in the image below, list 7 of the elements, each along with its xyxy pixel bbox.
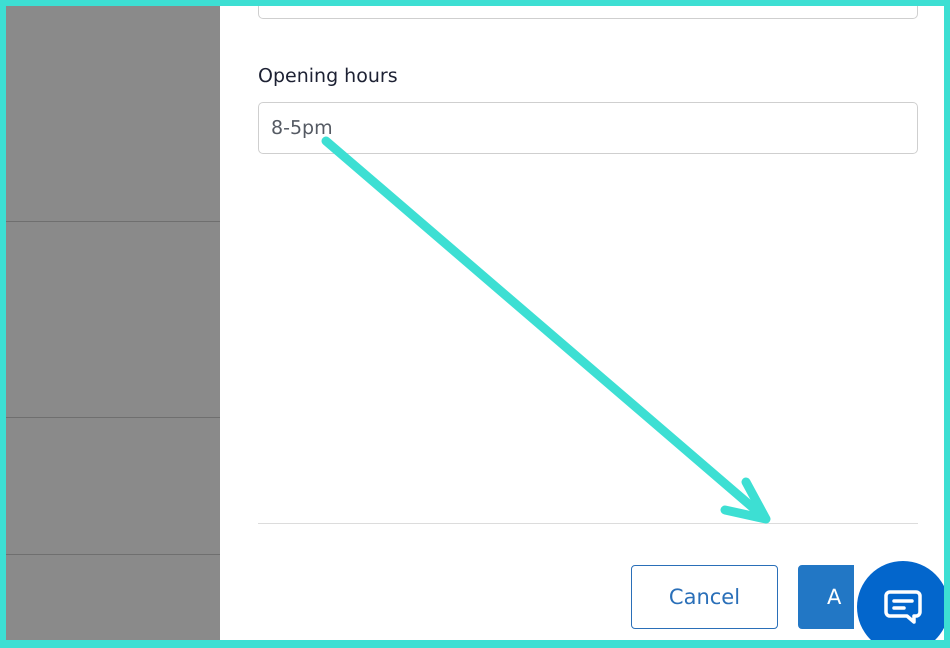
chat-button[interactable] (857, 561, 944, 640)
opening-hours-field[interactable]: 8-5pm (258, 102, 918, 154)
add-button[interactable]: A (798, 565, 854, 629)
field-label: Opening hours (258, 64, 399, 89)
cancel-button[interactable]: Cancel (631, 565, 778, 629)
chat-icon (884, 589, 922, 625)
text-field[interactable] (258, 6, 918, 19)
